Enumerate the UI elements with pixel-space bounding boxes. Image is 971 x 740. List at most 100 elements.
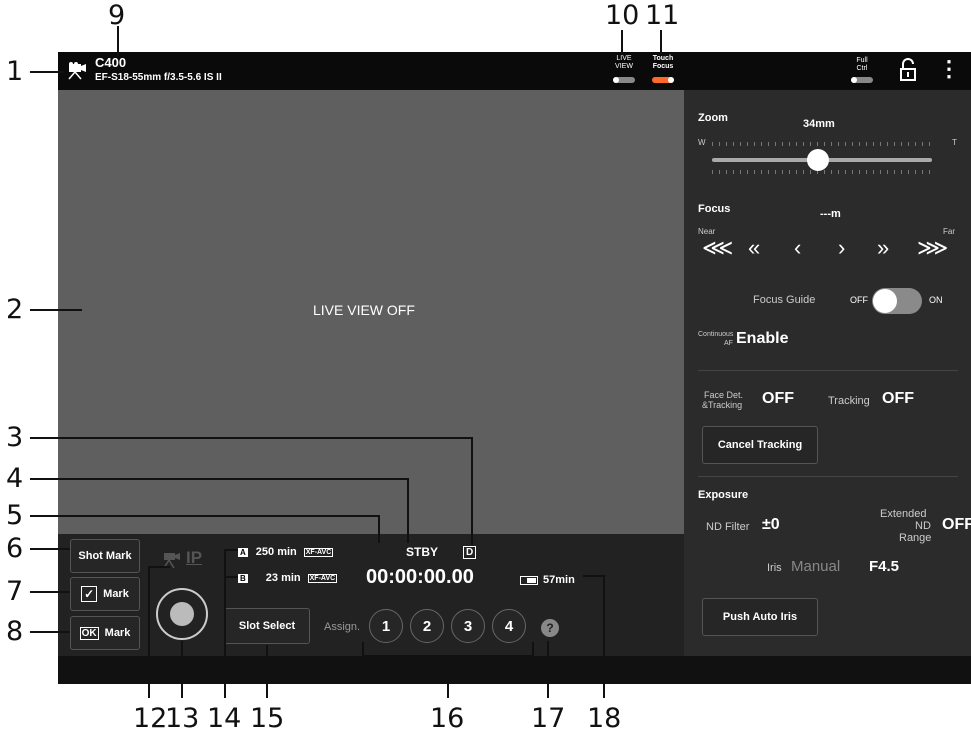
recording-controls: Shot Mark ✓ Mark OK Mark IP A 250 min XF… xyxy=(58,534,684,656)
ok-mark-button[interactable]: OK Mark xyxy=(70,616,140,650)
focus-near-3-button[interactable]: ⋘ xyxy=(702,235,733,261)
leader-line xyxy=(30,71,64,73)
callout-18: 18 xyxy=(587,703,622,734)
assign-label: Assign. xyxy=(324,621,361,633)
zoom-label: Zoom xyxy=(698,112,728,124)
iris-mode[interactable]: Manual xyxy=(791,558,840,575)
focus-guide-label: Focus Guide xyxy=(753,294,816,306)
leader-line xyxy=(30,548,70,550)
callout-14: 14 xyxy=(207,703,242,734)
d-icon: D xyxy=(463,546,477,559)
battery-time: 57min xyxy=(543,574,575,586)
leader-line xyxy=(378,515,380,543)
unlock-icon[interactable] xyxy=(898,58,918,82)
record-button[interactable] xyxy=(156,588,208,640)
help-button[interactable]: ? xyxy=(541,619,559,637)
callout-10: 10 xyxy=(605,0,640,31)
menu-icon[interactable]: ⋮ xyxy=(938,56,960,82)
assign-button-2[interactable]: 2 xyxy=(410,609,444,643)
leader-line xyxy=(224,549,226,698)
focus-label: Focus xyxy=(698,203,731,215)
live-view-toggle[interactable]: LIVE VIEW xyxy=(611,55,637,87)
cancel-tracking-button[interactable]: Cancel Tracking xyxy=(702,426,818,464)
shot-mark-button[interactable]: Shot Mark xyxy=(70,539,140,573)
full-ctrl-switch[interactable] xyxy=(851,77,873,83)
camera-remote-app: C400 EF-S18-55mm f/3.5-5.6 IS II LIVE VI… xyxy=(58,52,971,684)
callout-7: 7 xyxy=(6,576,24,607)
bottom-strip xyxy=(58,656,971,684)
timecode: 00:00:00.00 xyxy=(366,566,474,588)
leader-line xyxy=(621,30,623,54)
touch-focus-switch[interactable] xyxy=(652,77,674,83)
assign-button-1[interactable]: 1 xyxy=(369,609,403,643)
leader-line xyxy=(532,642,534,657)
ok-mark-label: Mark xyxy=(104,627,131,639)
slot-a-icon: A xyxy=(238,547,248,557)
assign-button-3[interactable]: 3 xyxy=(451,609,485,643)
callout-12: 12 xyxy=(133,703,168,734)
zoom-tele-label: T xyxy=(952,138,957,147)
extended-nd-label: Extended xyxy=(880,508,927,520)
focus-guide-switch[interactable] xyxy=(872,288,922,314)
face-det-value[interactable]: OFF xyxy=(762,390,794,408)
leader-line xyxy=(447,655,449,698)
leader-line xyxy=(660,30,662,54)
focus-value: ---m xyxy=(820,208,841,220)
callout-1: 1 xyxy=(6,56,24,87)
ip-streaming-icon: IP xyxy=(154,548,210,574)
tracking-value[interactable]: OFF xyxy=(882,390,914,408)
focus-near-1-button[interactable]: ‹ xyxy=(794,235,801,261)
leader-line xyxy=(30,591,70,593)
camera-icon xyxy=(66,62,88,80)
leader-line xyxy=(30,515,379,517)
leader-line xyxy=(603,575,605,698)
full-ctrl-toggle[interactable]: Full Ctrl xyxy=(849,57,875,87)
touch-focus-toggle[interactable]: Touch Focus xyxy=(650,55,676,87)
recording-status: STBY xyxy=(406,545,439,559)
push-auto-iris-button[interactable]: Push Auto Iris xyxy=(702,598,818,636)
leader-line xyxy=(547,641,549,698)
battery-icon xyxy=(520,575,538,585)
live-view-label: LIVE xyxy=(616,55,632,62)
iris-label: Iris xyxy=(767,562,782,574)
leader-line xyxy=(148,566,150,698)
check-mark-label: Mark xyxy=(103,588,129,600)
zoom-slider[interactable] xyxy=(712,149,932,171)
callout-15: 15 xyxy=(250,703,285,734)
ip-label: IP xyxy=(186,548,203,567)
focus-far-2-button[interactable]: » xyxy=(877,235,889,261)
zoom-ticks-bottom xyxy=(712,170,932,174)
continuous-af-value[interactable]: Enable xyxy=(736,330,788,348)
focus-far-1-button[interactable]: › xyxy=(838,235,845,261)
nd-filter-value[interactable]: ±0 xyxy=(762,516,780,534)
callout-3: 3 xyxy=(6,422,24,453)
camera-name: C400 xyxy=(95,55,127,70)
leader-line xyxy=(471,437,473,545)
panel-divider xyxy=(698,370,958,371)
tracking-label: Tracking xyxy=(828,395,870,407)
extended-nd-label-3: Range xyxy=(899,532,932,544)
leader-line xyxy=(407,478,409,543)
live-view-switch[interactable] xyxy=(613,77,635,83)
leader-line xyxy=(148,566,170,568)
full-ctrl-label: Full xyxy=(856,57,868,64)
iris-value[interactable]: F4.5 xyxy=(869,558,899,575)
callout-5: 5 xyxy=(6,500,24,531)
check-mark-button[interactable]: ✓ Mark xyxy=(70,577,140,611)
focus-near-2-button[interactable]: « xyxy=(748,235,760,261)
extended-nd-value[interactable]: OFF xyxy=(942,516,971,534)
zoom-slider-knob[interactable] xyxy=(806,149,829,171)
record-dot xyxy=(170,602,194,626)
live-view-area[interactable]: LIVE VIEW OFF xyxy=(58,90,684,534)
slot-b-info: B 23 min XF-AVC xyxy=(238,572,338,584)
assign-button-4[interactable]: 4 xyxy=(492,609,526,643)
leader-line xyxy=(224,549,238,551)
focus-far-3-button[interactable]: ⋙ xyxy=(917,235,948,261)
slot-b-format: XF-AVC xyxy=(307,573,338,583)
focus-guide-off-label: OFF xyxy=(850,295,868,305)
slot-select-button[interactable]: Slot Select xyxy=(224,608,310,644)
lens-name: EF-S18-55mm f/3.5-5.6 IS II xyxy=(95,72,222,83)
leader-line xyxy=(30,478,408,480)
callout-16: 16 xyxy=(430,703,465,734)
callout-8: 8 xyxy=(6,616,24,647)
